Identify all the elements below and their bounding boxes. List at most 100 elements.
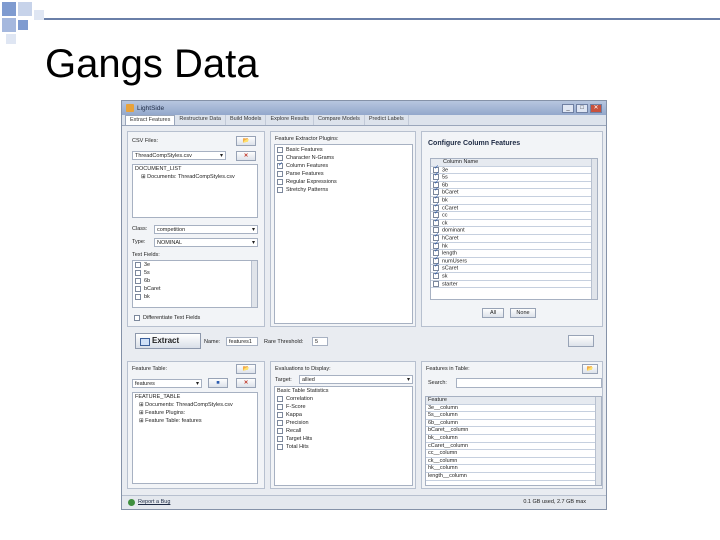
extract-button[interactable]: Extract (135, 333, 201, 349)
feature-row[interactable]: bk__column (426, 435, 601, 443)
column-row[interactable]: sCaret (431, 263, 597, 273)
plugin-item[interactable]: Stretchy Patterns (275, 186, 412, 194)
text-fields-scrollbar[interactable] (251, 261, 257, 307)
checkbox[interactable] (134, 314, 140, 321)
plugin-item[interactable]: Basic Features (275, 146, 412, 154)
name-field[interactable]: features1 (226, 337, 258, 346)
checkbox[interactable] (277, 178, 283, 185)
column-row[interactable]: cCaret (431, 203, 597, 213)
feature-row[interactable]: hk__column (426, 465, 601, 473)
checkbox[interactable] (277, 403, 283, 410)
checkbox[interactable] (135, 269, 141, 276)
evaluation-item[interactable]: Total Hits (275, 443, 412, 451)
select-all-button[interactable]: All (482, 308, 504, 318)
tab-compare-models[interactable]: Compare Models (314, 115, 365, 125)
differentiate-toggle[interactable]: Differentiate Text Fields (132, 314, 200, 322)
column-row[interactable]: cc (431, 210, 597, 220)
feature-grid-scrollbar[interactable] (595, 397, 601, 485)
evaluation-item[interactable]: F-Score (275, 403, 412, 411)
feature-row[interactable]: 3e__column (426, 405, 601, 413)
open-csv-button[interactable]: 📂 (236, 136, 256, 146)
rare-threshold-field[interactable]: 5 (312, 337, 328, 346)
tab-predict-labels[interactable]: Predict Labels (365, 115, 409, 125)
column-list-scrollbar[interactable] (591, 159, 597, 299)
column-row[interactable]: length (431, 248, 597, 258)
checkbox[interactable] (433, 218, 439, 226)
feature-row[interactable]: bCaret__column (426, 427, 601, 435)
checkbox[interactable] (135, 277, 141, 284)
column-row[interactable]: 5s (431, 172, 597, 182)
checkbox[interactable] (277, 419, 283, 426)
checkbox[interactable] (277, 146, 283, 153)
feature-table-select[interactable]: features (132, 379, 202, 388)
evaluation-item[interactable]: Target Hits (275, 435, 412, 443)
checkbox[interactable] (277, 435, 283, 442)
feature-row[interactable]: cc__column (426, 450, 601, 458)
checkbox[interactable] (277, 443, 283, 450)
tree-node[interactable]: ⊞ Documents: ThreadCompStyles.csv (133, 401, 257, 409)
column-row[interactable]: bCaret (431, 187, 597, 197)
remove-table-button[interactable]: ✕ (236, 378, 256, 388)
checkbox[interactable] (135, 261, 141, 268)
evaluation-item[interactable]: Correlation (275, 395, 412, 403)
plugin-item[interactable]: Parse Features (275, 170, 412, 178)
column-row[interactable]: sk (431, 271, 597, 281)
type-select[interactable]: NOMINAL (154, 238, 258, 247)
export-table-button[interactable]: 📂 (582, 364, 598, 374)
tree-documents-node[interactable]: ⊞ Documents: ThreadCompStyles.csv (133, 173, 257, 181)
feature-row[interactable]: 6b__column (426, 420, 601, 428)
column-row[interactable]: bk (431, 195, 597, 205)
tree-node[interactable]: ⊞ Feature Table: features (133, 417, 257, 425)
checkbox[interactable] (277, 170, 283, 177)
checkbox[interactable] (135, 293, 141, 300)
column-row[interactable]: starter (431, 280, 597, 289)
checkbox[interactable] (277, 411, 283, 418)
evaluation-item[interactable]: Precision (275, 419, 412, 427)
checkbox[interactable] (433, 280, 439, 287)
tab-extract-features[interactable]: Extract Features (125, 115, 176, 125)
text-field-item[interactable]: bCaret (133, 285, 257, 293)
feature-row[interactable]: cCaret__column (426, 443, 601, 451)
search-input[interactable] (456, 378, 602, 388)
feature-row[interactable]: ck__column (426, 458, 601, 466)
column-row[interactable]: numUsers (431, 256, 597, 266)
tab-build-models[interactable]: Build Models (226, 115, 267, 125)
checkbox[interactable] (433, 271, 439, 279)
plugin-item[interactable]: Column Features (275, 161, 412, 170)
evaluation-item[interactable]: Kappa (275, 411, 412, 419)
close-button[interactable]: ✕ (590, 103, 602, 113)
csv-file-select[interactable]: ThreadCompStyles.csv (132, 151, 226, 160)
checkbox[interactable] (277, 161, 283, 169)
text-field-item[interactable]: 3e (133, 261, 257, 269)
column-row[interactable]: 6b (431, 180, 597, 190)
target-select[interactable]: allied (299, 375, 413, 384)
column-row[interactable]: 3e (431, 165, 597, 175)
text-field-item[interactable]: 5s (133, 269, 257, 277)
text-field-item[interactable]: 6b (133, 277, 257, 285)
column-row[interactable]: ck (431, 218, 597, 228)
text-field-item[interactable]: bk (133, 293, 257, 301)
feature-row[interactable]: length__column (426, 473, 601, 481)
evaluation-item[interactable]: Recall (275, 427, 412, 435)
report-bug-link[interactable]: Report a Bug (138, 499, 170, 505)
maximize-button[interactable]: □ (576, 103, 588, 113)
checkbox[interactable] (277, 186, 283, 193)
tree-node[interactable]: ⊞ Feature Plugins: (133, 409, 257, 417)
save-table-button[interactable]: ■ (208, 378, 228, 388)
plugin-item[interactable]: Character N-Grams (275, 154, 412, 162)
plugin-item[interactable]: Regular Expressions (275, 178, 412, 186)
checkbox[interactable] (277, 427, 283, 434)
class-select[interactable]: competition (154, 225, 258, 234)
column-row[interactable]: hk (431, 241, 597, 251)
select-none-button[interactable]: None (510, 308, 536, 318)
column-row[interactable]: hCaret (431, 233, 597, 243)
checkbox[interactable] (135, 285, 141, 292)
tab-restructure-data[interactable]: Restructure Data (175, 115, 226, 125)
column-row[interactable]: dominant (431, 227, 597, 235)
open-table-button[interactable]: 📂 (236, 364, 256, 374)
remove-csv-button[interactable]: ✕ (236, 151, 256, 161)
minimize-button[interactable]: _ (562, 103, 574, 113)
feature-row[interactable]: 5s__column (426, 412, 601, 420)
tab-explore-results[interactable]: Explore Results (266, 115, 314, 125)
checkbox[interactable] (277, 395, 283, 402)
